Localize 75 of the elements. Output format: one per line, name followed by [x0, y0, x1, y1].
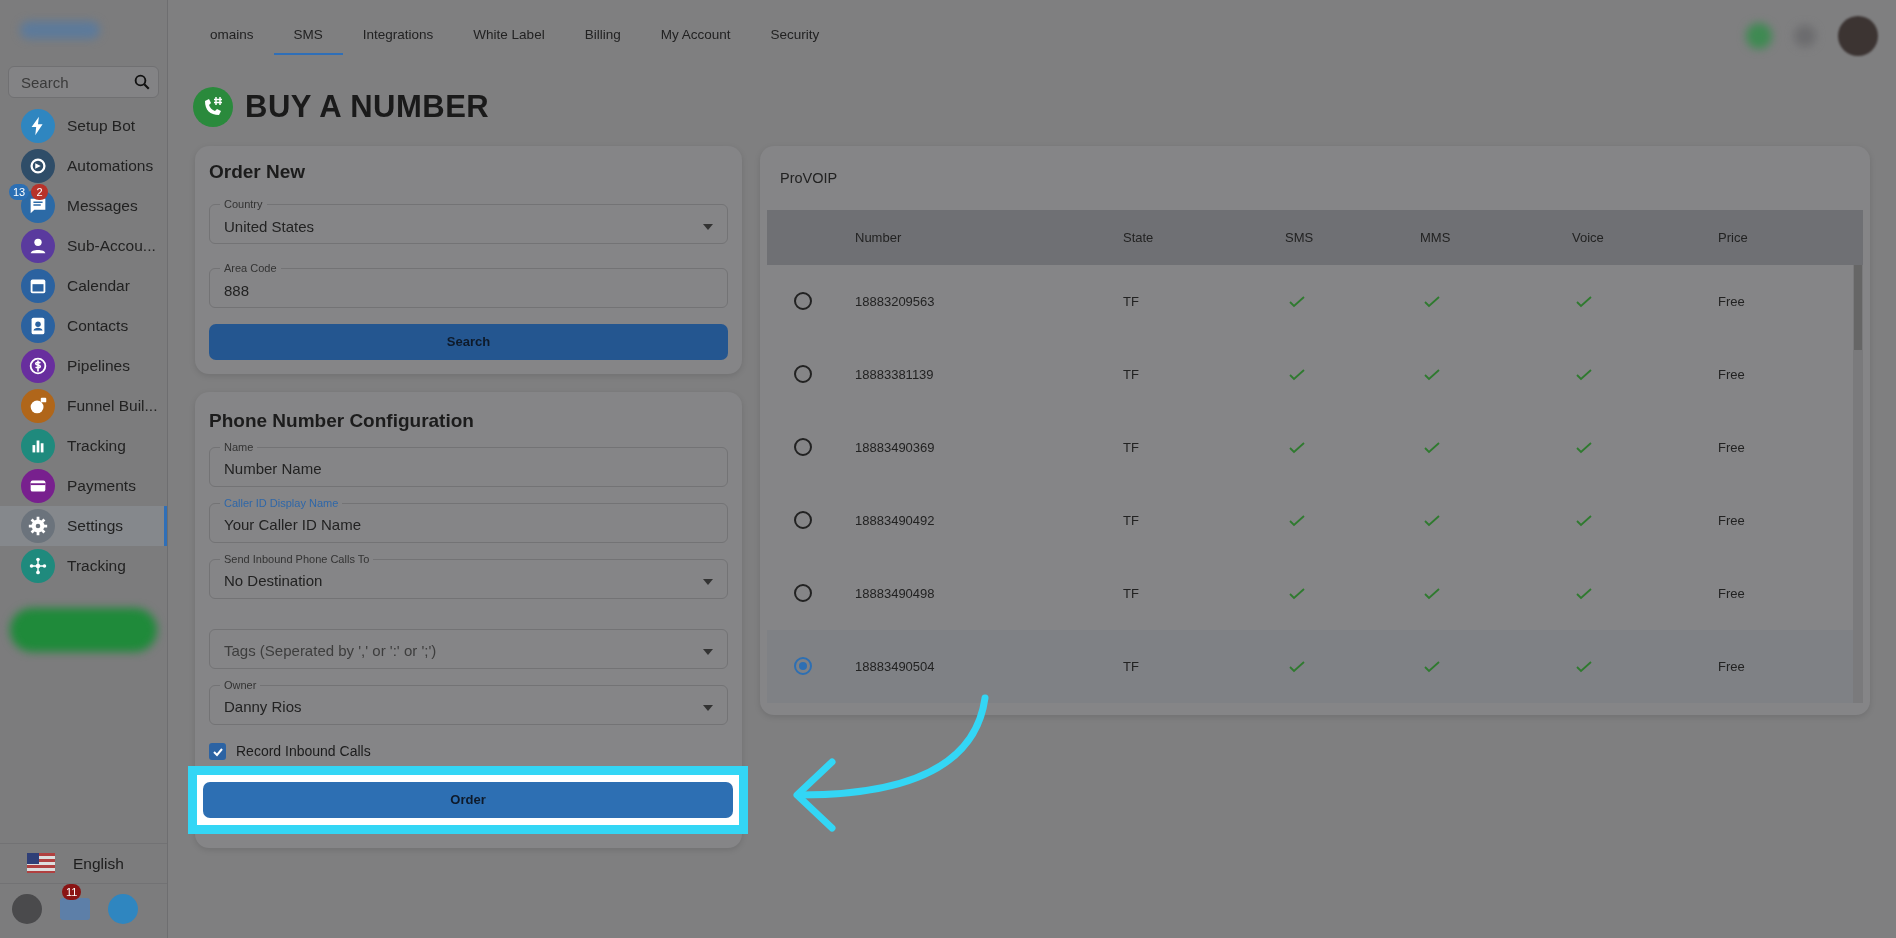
nav-tab[interactable]: Billing — [564, 17, 641, 55]
flag-icon — [27, 853, 55, 874]
nav-tab[interactable]: omains — [190, 17, 274, 55]
radio-button[interactable] — [794, 584, 812, 603]
page-title: BUY A NUMBER — [245, 88, 490, 126]
search-field[interactable]: Search — [8, 66, 159, 98]
table-cell-text: Free — [1718, 584, 1746, 603]
caret-icon — [703, 223, 713, 230]
column-header: MMS — [1420, 228, 1452, 247]
column-header: Voice — [1572, 228, 1605, 247]
user-icon[interactable] — [12, 894, 42, 924]
table-cell-text: Free — [1718, 511, 1746, 530]
radio-button[interactable] — [794, 657, 812, 676]
table-cell-text: TF — [1123, 438, 1140, 457]
notification-badge: 11 — [62, 884, 82, 900]
nav-tab[interactable]: My Account — [640, 17, 751, 55]
radio-button[interactable] — [794, 438, 812, 457]
table-cell-text: TF — [1123, 292, 1140, 311]
caret-icon — [703, 578, 713, 585]
sidebar-item[interactable]: Payments — [0, 466, 167, 506]
sidebar-item[interactable]: Setup Bot — [0, 106, 167, 146]
phone-icon — [193, 87, 233, 127]
card-title: ProVOIP — [779, 169, 839, 188]
sidebar-item[interactable]: Calendar — [0, 266, 167, 306]
radio-button[interactable] — [794, 511, 812, 530]
table-cell-text: 18883490369 — [855, 438, 936, 457]
search-button[interactable]: Search — [209, 323, 728, 360]
sidebar-item[interactable]: Contacts — [0, 306, 167, 346]
sidebar-item[interactable]: Settings — [0, 506, 167, 546]
table-cell-text: 18883490504 — [855, 657, 936, 676]
mail-icon[interactable] — [60, 898, 90, 920]
sidebar-item[interactable]: Tracking — [0, 546, 167, 586]
sidebar-item[interactable]: Pipelines — [0, 346, 167, 386]
table-cell-text: Free — [1718, 292, 1746, 311]
sidebar-item[interactable]: Sub-Accou... — [0, 226, 167, 266]
checkbox[interactable] — [209, 743, 226, 761]
radio-button[interactable] — [794, 365, 812, 384]
language-selector[interactable]: English — [0, 843, 167, 883]
table-cell-text: Free — [1718, 438, 1746, 457]
scrollbar[interactable] — [1853, 264, 1863, 703]
table-cell-text: TF — [1123, 511, 1140, 530]
search-icon[interactable] — [133, 73, 151, 91]
nav-tab[interactable]: White Label — [453, 17, 565, 55]
column-header: SMS — [1285, 228, 1315, 247]
table-cell-text: 18883381139 — [855, 365, 935, 384]
table-cell-text: Free — [1718, 365, 1746, 384]
avatar[interactable] — [1838, 16, 1878, 56]
sidebar-item[interactable]: Tracking — [0, 426, 167, 466]
order-button[interactable]: Order — [203, 781, 733, 818]
checkbox-label: Record Inbound Calls — [236, 742, 371, 762]
nav-tab[interactable]: Security — [750, 17, 840, 55]
card-title: Phone Number Configuration — [209, 409, 475, 433]
caret-icon — [703, 704, 713, 711]
caret-icon — [703, 648, 713, 655]
radio-button[interactable] — [794, 292, 812, 311]
sidebar-item[interactable]: Messages 13 2 — [0, 186, 167, 226]
table-cell-text: 18883490498 — [855, 584, 936, 603]
card-title: Order New — [209, 161, 307, 184]
column-header: Price — [1718, 228, 1749, 247]
column-header: State — [1123, 228, 1155, 247]
table-cell-text: TF — [1123, 657, 1140, 676]
nav-tab[interactable]: Integrations — [342, 17, 454, 55]
table-cell-text: TF — [1123, 584, 1140, 603]
sidebar-item[interactable]: Funnel Buil... — [0, 386, 167, 426]
dropdown-field[interactable]: Tags (Seperated by ',' or ':' or ';') — [209, 628, 728, 669]
table-cell-text: 18883490492 — [855, 511, 936, 530]
language-label: English — [73, 853, 124, 874]
nav-tab[interactable]: SMS — [273, 17, 343, 55]
column-header: Number — [855, 228, 903, 247]
count-badge: 2 — [31, 184, 48, 200]
table-cell-text: Free — [1718, 657, 1746, 676]
count-badge: 13 — [9, 184, 30, 200]
sidebar-item[interactable]: Automations — [0, 146, 167, 186]
table-cell-text: TF — [1123, 365, 1140, 384]
table-cell-text: 18883209563 — [855, 292, 936, 311]
